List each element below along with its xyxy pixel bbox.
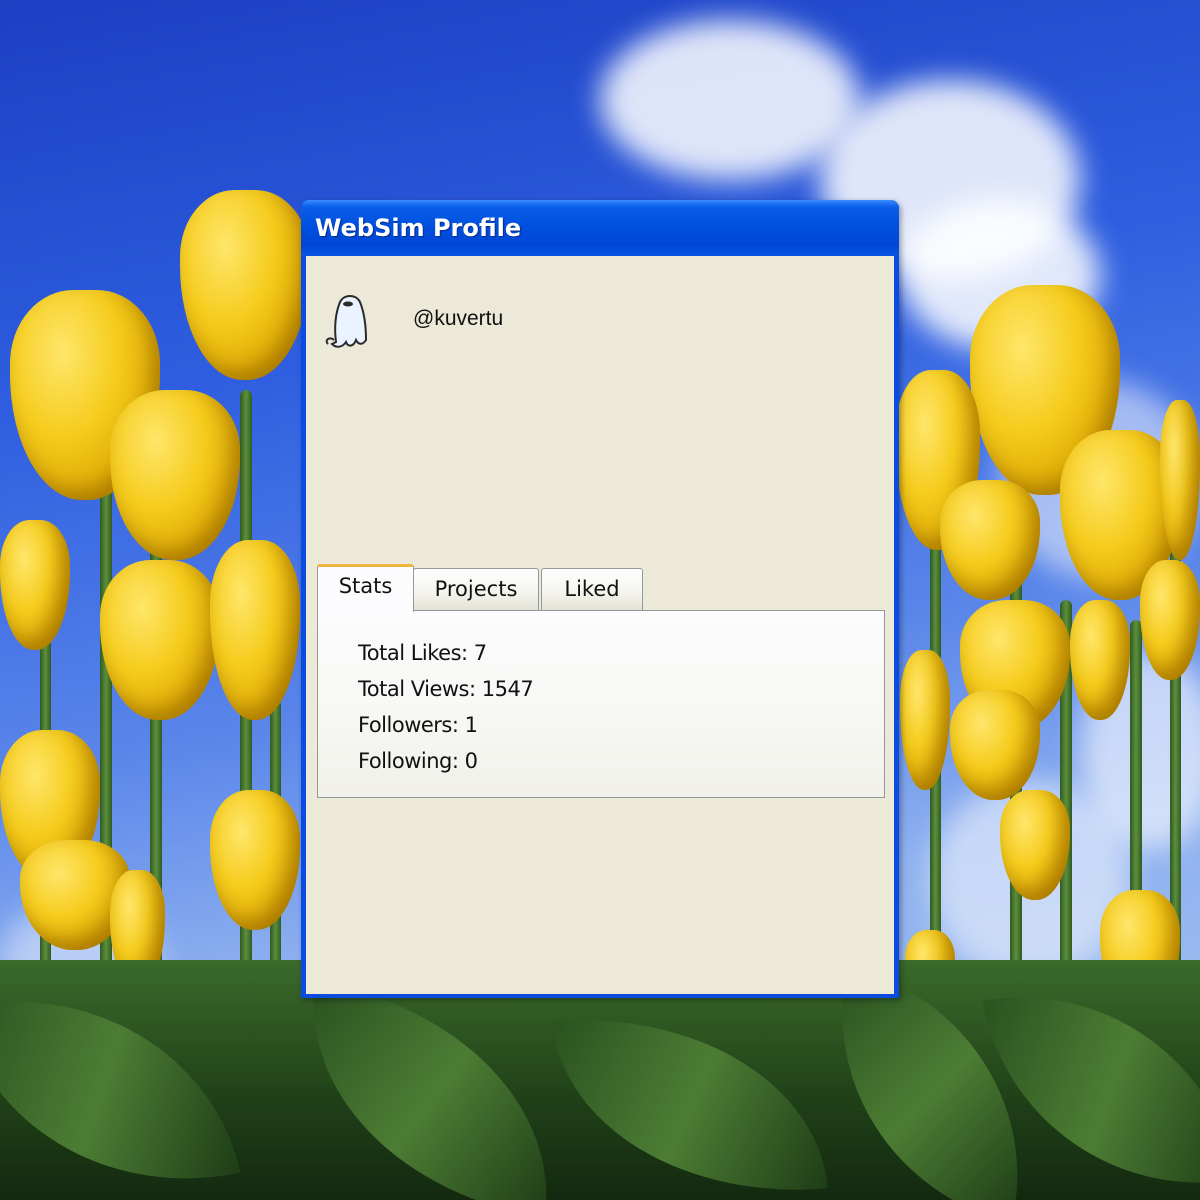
tab-projects[interactable]: Projects — [413, 568, 539, 610]
window-client-area: @kuvertu Stats Projects Liked Total Like… — [306, 256, 894, 994]
tab-projects-label: Projects — [434, 577, 518, 601]
stat-total-likes: Total Likes: 7 — [358, 641, 487, 665]
ghost-avatar-icon — [325, 295, 368, 348]
window-titlebar[interactable]: WebSim Profile — [301, 200, 899, 256]
profile-username: @kuvertu — [413, 307, 504, 330]
profile-window[interactable]: WebSim Profile @kuvertu Stats Projects L… — [301, 200, 899, 998]
tab-stats-label: Stats — [338, 574, 393, 598]
tab-liked[interactable]: Liked — [541, 568, 643, 610]
stat-following: Following: 0 — [358, 749, 478, 773]
tab-liked-label: Liked — [564, 577, 620, 601]
stats-panel: Total Likes: 7 Total Views: 1547 Followe… — [317, 610, 885, 798]
stat-followers: Followers: 1 — [358, 713, 478, 737]
tab-stats[interactable]: Stats — [317, 564, 414, 612]
window-title: WebSim Profile — [315, 214, 522, 242]
stat-total-views: Total Views: 1547 — [358, 677, 534, 701]
